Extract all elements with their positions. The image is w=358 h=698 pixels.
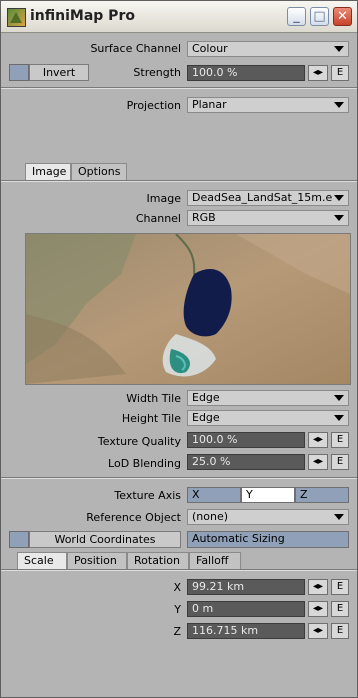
invert-checkbox[interactable]	[9, 64, 29, 81]
chevron-down-icon	[334, 514, 344, 520]
maximize-icon: □	[313, 9, 326, 24]
width-tile-label: Width Tile	[126, 392, 181, 405]
left-right-arrows-icon: ◂▸	[312, 67, 324, 78]
minimize-icon: _	[293, 9, 300, 24]
image-channel-dropdown[interactable]: RGB	[187, 210, 349, 226]
chevron-down-icon	[334, 46, 344, 52]
image-label: Image	[146, 192, 181, 205]
image-preview	[25, 233, 351, 385]
strength-input[interactable]: 100.0 %	[187, 65, 305, 81]
lod-blending-label: LoD Blending	[108, 457, 181, 470]
divider	[1, 569, 357, 571]
projection-value: Planar	[192, 98, 227, 111]
quality-stepper[interactable]: ◂▸	[308, 432, 328, 448]
texture-quality-input[interactable]: 100.0 %	[187, 432, 305, 448]
axis-z-button[interactable]: Z	[295, 487, 349, 503]
axis-y-button[interactable]: Y	[241, 487, 295, 503]
left-right-arrows-icon: ◂▸	[312, 434, 324, 445]
world-coordinates-button[interactable]: World Coordinates	[29, 531, 181, 548]
title-bar[interactable]: infiniMap Pro _ □ ✕	[1, 1, 357, 33]
scale-y-stepper[interactable]: ◂▸	[308, 601, 328, 617]
surface-channel-value: Colour	[192, 42, 228, 55]
maximize-button[interactable]: □	[310, 7, 329, 26]
automatic-sizing-button[interactable]: Automatic Sizing	[187, 531, 349, 548]
infinimap-window: infiniMap Pro _ □ ✕ Surface Channel Colo…	[0, 0, 358, 698]
scale-y-label: Y	[174, 603, 181, 616]
tab-options[interactable]: Options	[71, 163, 127, 180]
height-tile-dropdown[interactable]: Edge	[187, 410, 349, 426]
height-tile-label: Height Tile	[121, 412, 181, 425]
chevron-down-icon	[334, 415, 344, 421]
chevron-down-icon	[334, 195, 344, 201]
scale-y-envelope-button[interactable]: E	[331, 601, 349, 617]
chevron-down-icon	[334, 395, 344, 401]
tab-rotation[interactable]: Rotation	[127, 552, 189, 569]
scale-x-stepper[interactable]: ◂▸	[308, 579, 328, 595]
axis-x-button[interactable]: X	[187, 487, 241, 503]
tab-scale[interactable]: Scale	[17, 552, 67, 569]
chevron-down-icon	[334, 215, 344, 221]
lod-stepper[interactable]: ◂▸	[308, 454, 328, 470]
texture-axis-label: Texture Axis	[114, 489, 181, 502]
surface-channel-label: Surface Channel	[90, 42, 181, 55]
projection-dropdown[interactable]: Planar	[187, 97, 349, 113]
left-right-arrows-icon: ◂▸	[312, 603, 324, 614]
projection-label: Projection	[126, 99, 181, 112]
scale-x-envelope-button[interactable]: E	[331, 579, 349, 595]
height-tile-value: Edge	[192, 411, 220, 424]
width-tile-dropdown[interactable]: Edge	[187, 390, 349, 406]
width-tile-value: Edge	[192, 391, 220, 404]
infinimap-app-icon	[7, 8, 26, 27]
world-coordinates-checkbox[interactable]	[9, 531, 29, 548]
chevron-down-icon	[334, 102, 344, 108]
divider	[1, 87, 357, 89]
image-value: DeadSea_LandSat_15m.e ...	[192, 191, 332, 204]
close-icon: ✕	[337, 9, 348, 24]
scale-x-input[interactable]: 99.21 km	[187, 579, 305, 595]
tab-image[interactable]: Image	[25, 163, 71, 180]
scale-z-input[interactable]: 116.715 km	[187, 623, 305, 639]
strength-envelope-button[interactable]: E	[331, 65, 349, 81]
tab-position[interactable]: Position	[67, 552, 127, 569]
scale-z-label: Z	[173, 625, 181, 638]
strength-label: Strength	[133, 66, 181, 79]
divider	[1, 180, 357, 182]
left-right-arrows-icon: ◂▸	[312, 456, 324, 467]
reference-object-label: Reference Object	[86, 511, 181, 524]
scale-z-stepper[interactable]: ◂▸	[308, 623, 328, 639]
left-right-arrows-icon: ◂▸	[312, 581, 324, 592]
close-button[interactable]: ✕	[333, 7, 352, 26]
reference-object-value: (none)	[192, 510, 229, 523]
lod-envelope-button[interactable]: E	[331, 454, 349, 470]
strength-stepper[interactable]: ◂▸	[308, 65, 328, 81]
texture-quality-label: Texture Quality	[97, 435, 181, 448]
reference-object-dropdown[interactable]: (none)	[187, 509, 349, 525]
divider	[1, 477, 357, 479]
image-dropdown[interactable]: DeadSea_LandSat_15m.e ...	[187, 190, 349, 206]
left-right-arrows-icon: ◂▸	[312, 625, 324, 636]
scale-x-label: X	[173, 581, 181, 594]
lod-blending-input[interactable]: 25.0 %	[187, 454, 305, 470]
tab-falloff[interactable]: Falloff	[189, 552, 241, 569]
image-channel-label: Channel	[135, 212, 181, 225]
image-channel-value: RGB	[192, 211, 216, 224]
invert-button[interactable]: Invert	[29, 64, 89, 81]
scale-z-envelope-button[interactable]: E	[331, 623, 349, 639]
scale-y-input[interactable]: 0 m	[187, 601, 305, 617]
window-title: infiniMap Pro	[30, 8, 135, 24]
satellite-image	[26, 234, 350, 384]
minimize-button[interactable]: _	[287, 7, 306, 26]
surface-channel-dropdown[interactable]: Colour	[187, 41, 349, 57]
quality-envelope-button[interactable]: E	[331, 432, 349, 448]
